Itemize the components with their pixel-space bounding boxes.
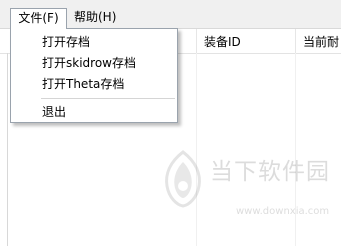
menu-item-open-save[interactable]: 打开存档 [12, 32, 176, 52]
downxia-logo-icon [165, 150, 201, 208]
column-separator[interactable] [295, 29, 296, 53]
menu-item-open-theta-save[interactable]: 打开Theta存档 [12, 74, 176, 94]
menu-item-open-skidrow-save[interactable]: 打开skidrow存档 [12, 53, 176, 73]
list-border [7, 53, 8, 246]
menu-separator [41, 98, 175, 99]
watermark-brand-text: 当下软件园 [210, 159, 330, 185]
column-header-equipment-id[interactable]: 装备ID [204, 29, 241, 53]
watermark-url: www.downxia.com [236, 206, 330, 217]
column-header-current-durability[interactable]: 当前耐 [303, 29, 339, 53]
menu-file[interactable]: 文件(F) [10, 8, 67, 29]
app-window: 文件(F) 帮助(H) 装备ID 当前耐 打开存档 打开skidrow存档 打开… [0, 0, 341, 246]
menu-item-exit[interactable]: 退出 [12, 102, 176, 122]
column-separator[interactable] [196, 29, 197, 53]
file-dropdown-menu: 打开存档 打开skidrow存档 打开Theta存档 退出 [10, 28, 178, 123]
watermark: 当下软件园 www.downxia.com [158, 150, 341, 230]
menu-help[interactable]: 帮助(H) [69, 8, 121, 28]
menu-bar: 文件(F) 帮助(H) [0, 0, 341, 29]
